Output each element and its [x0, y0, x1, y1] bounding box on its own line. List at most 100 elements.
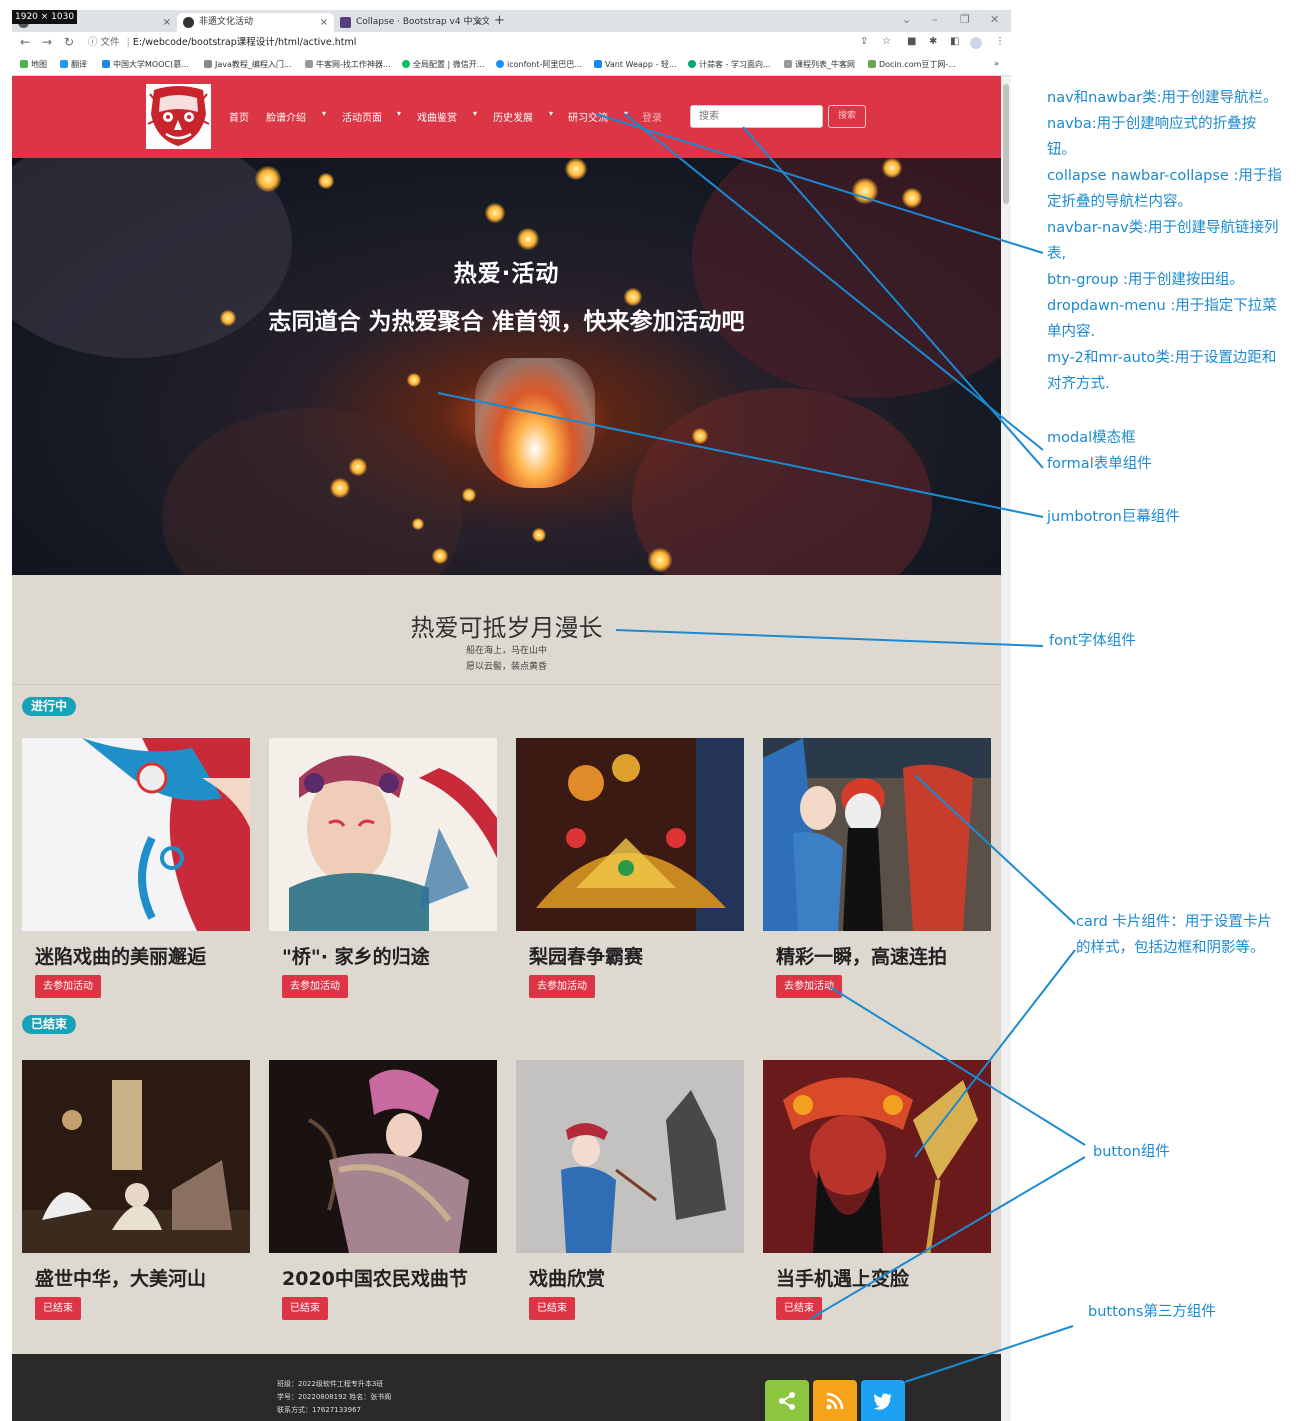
lantern-light — [882, 158, 902, 178]
bookmark-item[interactable]: iconfont-阿里巴巴... — [496, 59, 582, 70]
bookmark-item[interactable]: 翻译 — [60, 59, 87, 70]
profile-avatar[interactable] — [970, 37, 982, 49]
window-close-icon[interactable]: ✕ — [990, 13, 999, 26]
intro-line: 愿以云髻，装点黄昏 — [465, 662, 547, 672]
nav-home[interactable]: 首页 — [229, 109, 249, 124]
ended-button[interactable]: 已结束 — [529, 1297, 575, 1320]
share-page-icon[interactable]: ⇪ — [860, 36, 868, 47]
url-field[interactable]: ⓘ 文件 | E:/webcode/bootstrap课程设计/html/act… — [88, 35, 948, 51]
bookmark-item[interactable]: Java教程_编程入门... — [204, 59, 292, 70]
bookmark-item[interactable]: 牛客网-找工作神器... — [305, 59, 391, 70]
join-activity-button[interactable]: 去参加活动 — [282, 975, 348, 998]
card-image — [763, 738, 991, 931]
caret-down-icon[interactable]: ▾ — [473, 109, 477, 118]
card-image — [763, 1060, 991, 1253]
ended-button[interactable]: 已结束 — [282, 1297, 328, 1320]
card-image — [22, 1060, 250, 1253]
lantern-light — [565, 158, 587, 180]
forward-icon[interactable]: → — [42, 35, 52, 49]
address-bar: ← → ↻ ⓘ 文件 | E:/webcode/bootstrap课程设计/ht… — [12, 32, 1011, 54]
caret-down-icon[interactable]: ▾ — [549, 109, 553, 118]
lantern-light — [532, 528, 546, 542]
ended-button[interactable]: 已结束 — [776, 1297, 822, 1320]
login-link[interactable]: 登录 — [642, 109, 662, 124]
caret-down-icon[interactable]: ▾ — [624, 109, 628, 118]
web-page: 首页 脸谱介绍 ▾ 活动页面 ▾ 戏曲鉴赏 ▾ 历史发展 ▾ 研习交流 ▾ 登录… — [12, 76, 1001, 1421]
reload-icon[interactable]: ↻ — [64, 35, 74, 49]
url-scheme-label: 文件 — [100, 37, 120, 48]
lantern-light — [902, 188, 922, 208]
sidebar-icon[interactable]: ◧ — [950, 36, 959, 47]
join-activity-button[interactable]: 去参加活动 — [529, 975, 595, 998]
card-title: 当手机遇上变脸 — [776, 1268, 910, 1290]
bookmark-item[interactable]: 中国大学MOOC(慕... — [102, 59, 189, 70]
lantern-light — [349, 458, 367, 476]
share-icon[interactable] — [765, 1380, 809, 1421]
hero-subtitle: 志同道合 为热爱聚合 准首领，快来参加活动吧 — [268, 309, 745, 335]
tab-bootstrap-collapse[interactable]: Collapse · Bootstrap v4 中文文 × — [334, 13, 489, 32]
annotation-form: formal表单组件 — [1047, 456, 1152, 472]
card-title: 2020中国农民戏曲节 — [282, 1268, 468, 1290]
join-activity-button[interactable]: 去参加活动 — [776, 975, 842, 998]
tab-label: Collapse · Bootstrap v4 中文文 — [356, 17, 489, 27]
bookmark-item[interactable]: 课程列表_牛客网 — [784, 59, 855, 70]
bookmark-item[interactable]: 计蒜客 - 学习面向... — [688, 59, 771, 70]
card-image — [269, 738, 497, 931]
new-tab-button[interactable]: + — [494, 13, 505, 28]
vant-icon — [594, 60, 602, 68]
card-title: 梨园春争霸赛 — [529, 946, 644, 968]
annotation-card-line2: 的样式，包括边框和阴影等。 — [1076, 940, 1265, 956]
nav-history[interactable]: 历史发展 — [493, 109, 533, 124]
maximize-icon[interactable]: ❐ — [960, 13, 970, 26]
bookmarks-more-button[interactable]: » — [994, 59, 999, 68]
nav-study-exchange[interactable]: 研习交流 — [568, 109, 608, 124]
bookmark-item[interactable]: Docin.com豆丁网-... — [868, 59, 956, 70]
tab-active-activity[interactable]: 非遗文化活动 × — [177, 13, 334, 32]
search-button[interactable]: 搜索 — [828, 105, 866, 128]
close-icon[interactable]: × — [475, 13, 483, 32]
bookmark-label: 牛客网-找工作神器... — [316, 60, 391, 69]
lantern-light — [407, 373, 421, 387]
ended-button[interactable]: 已结束 — [35, 1297, 81, 1320]
bookmark-label: 计蒜客 - 学习面向... — [699, 60, 771, 69]
card-image — [516, 738, 744, 931]
page-scrollbar[interactable] — [1001, 76, 1011, 1421]
bookmark-item[interactable]: 全局配置 | 微信开... — [402, 59, 484, 70]
nowcoder-icon — [305, 60, 313, 68]
annotation-line: collapse nawbar-collapse :用于指 — [1047, 168, 1282, 184]
java-icon — [204, 60, 212, 68]
footer: 班级：2022级软件工程专升本3班 学号：20220808192 姓名：张书阁 … — [12, 1354, 1001, 1421]
search-input[interactable] — [690, 105, 823, 128]
caret-down-icon[interactable]: ▾ — [322, 109, 326, 118]
caret-down-icon[interactable]: ▾ — [397, 109, 401, 118]
footer-class: 班级：2022级软件工程专升本3班 — [277, 1380, 384, 1388]
nav-opera-appreciation[interactable]: 戏曲鉴赏 — [417, 109, 457, 124]
card-title: "桥"· 家乡的归途 — [282, 946, 430, 968]
close-icon[interactable]: × — [320, 13, 328, 32]
nav-mask-intro[interactable]: 脸谱介绍 — [266, 109, 306, 124]
lantern-light — [462, 488, 476, 502]
close-icon[interactable]: × — [163, 13, 171, 32]
extension-icon[interactable]: ■ — [907, 36, 916, 47]
chevron-down-icon[interactable]: ⌄ — [902, 13, 911, 26]
menu-kebab-icon[interactable]: ⋮ — [995, 36, 1005, 47]
jisuanke-icon — [688, 60, 696, 68]
bookmark-item[interactable]: 地图 — [20, 59, 47, 70]
star-icon[interactable]: ☆ — [882, 36, 891, 47]
scroll-thumb[interactable] — [1003, 84, 1009, 204]
back-icon[interactable]: ← — [20, 35, 30, 49]
rss-icon[interactable] — [813, 1380, 857, 1421]
nowcoder-icon — [784, 60, 792, 68]
site-logo[interactable] — [146, 84, 211, 149]
minimize-icon[interactable]: – — [932, 13, 938, 26]
bookmark-item[interactable]: Vant Weapp - 轻... — [594, 59, 677, 70]
card-title: 精彩一瞬，高速连拍 — [776, 946, 948, 968]
mooc-icon — [102, 60, 110, 68]
twitter-icon[interactable] — [861, 1380, 905, 1421]
nav-activities[interactable]: 活动页面 — [342, 109, 382, 124]
puzzle-icon[interactable]: ✱ — [929, 36, 937, 47]
join-activity-button[interactable]: 去参加活动 — [35, 975, 101, 998]
tab-label: 非遗文化活动 — [199, 17, 254, 27]
lantern-light — [852, 178, 878, 204]
lantern-light — [432, 548, 448, 564]
